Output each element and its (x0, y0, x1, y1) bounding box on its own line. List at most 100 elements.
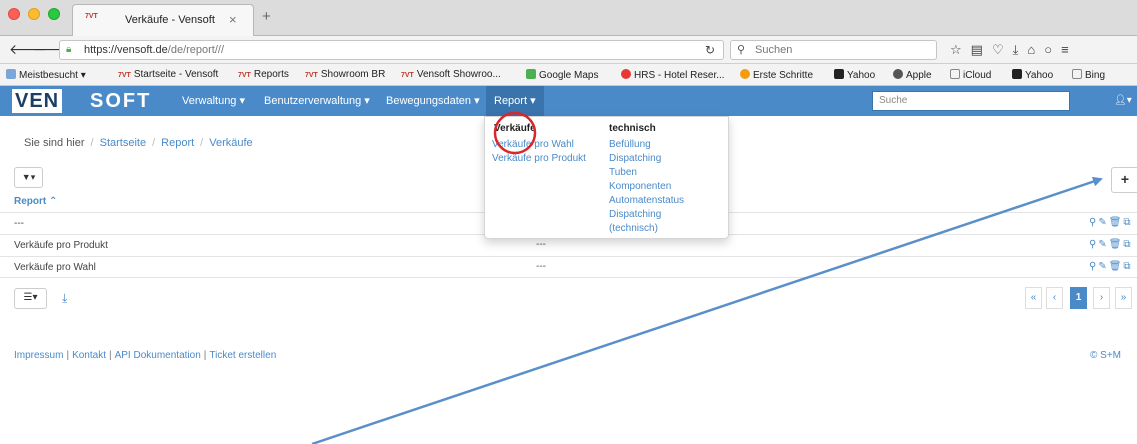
footer-links: Impressum | Kontakt | API Dokumentation | Tick… (14, 350, 277, 361)
delete-icon[interactable]: 🗑︎ (1109, 217, 1124, 228)
url-text: https://vensoft.de/de/report/// (84, 44, 225, 56)
bookmark-item[interactable]: Erste Schritte (740, 69, 813, 81)
menu-item-verkaeufe-pro-produkt[interactable]: Verkäufe pro Produkt (492, 153, 586, 164)
bookmark-star-icon[interactable]: ☆ (950, 42, 971, 57)
menu-item-automatenstatus[interactable]: Automatenstatus (609, 195, 684, 206)
breadcrumb: Sie sind hier / Startseite / Report / Verkäufe (24, 137, 253, 149)
row-actions: ⚲✎🗑︎⧉ (1089, 261, 1133, 272)
reload-icon[interactable]: ↻ (705, 43, 715, 57)
search-placeholder: Suchen (755, 44, 793, 56)
download-icon[interactable]: ⤓ (62, 291, 67, 306)
page-current-button[interactable]: 1 (1070, 287, 1087, 309)
vensoft-icon: 7VT (238, 72, 251, 79)
home-icon[interactable]: ⌂ (1027, 42, 1044, 57)
filter-value[interactable]: --- (14, 218, 24, 229)
menu-item-komponenten[interactable]: Komponenten (609, 181, 671, 192)
app-search-input[interactable]: Suche (872, 91, 1070, 111)
breadcrumb-verkaeufe[interactable]: Verkäufe (209, 137, 252, 149)
add-button[interactable]: + (1111, 167, 1137, 193)
apple-icon (893, 69, 903, 79)
toolbar-icons: ☆▤♡⤓⌂○≡ (950, 42, 1078, 58)
browser-search-input[interactable]: ⚲ Suchen (730, 40, 937, 60)
menu-icon[interactable]: ≡ (1061, 42, 1078, 57)
nav-bewegungsdaten[interactable]: Bewegungsdaten ▾ (386, 94, 480, 107)
page-first-button[interactable]: « (1025, 287, 1042, 309)
list-icon: ☰▾ (23, 292, 38, 303)
browser-toolbar: 🡐 🡒 🔒︎ https://vensoft.de/de/report/// ↻… (0, 36, 1137, 64)
copy-icon[interactable]: ⧉ (1123, 217, 1132, 228)
delete-icon[interactable]: 🗑︎ (1109, 261, 1124, 272)
pocket-icon[interactable]: ♡ (992, 42, 1013, 57)
vensoft-icon: 7VT (305, 72, 318, 79)
menu-item-dispatching-technisch[interactable]: Dispatching (609, 209, 661, 220)
bookmark-item[interactable]: Google Maps (526, 69, 598, 81)
page-last-button[interactable]: » (1115, 287, 1132, 309)
bookmark-item[interactable]: Bing (1072, 69, 1105, 81)
bookmark-item[interactable]: 7VT Reports (238, 69, 289, 80)
download-icon[interactable]: ⤓ (1013, 42, 1028, 57)
user-icon[interactable]: 👤︎▾ (1114, 95, 1132, 106)
maps-icon (526, 69, 536, 79)
page-prev-button[interactable]: ‹ (1046, 287, 1063, 309)
breadcrumb-report[interactable]: Report (161, 137, 194, 149)
bookmark-item[interactable]: 7VT Showroom BR (305, 69, 385, 80)
icloud-icon (950, 69, 960, 79)
yahoo-icon (834, 69, 844, 79)
bookmark-item[interactable]: Yahoo (1012, 69, 1053, 81)
bookmark-item[interactable]: 7VT Vensoft Showroo... (401, 69, 501, 80)
tab-favicon-icon: 7VT (85, 13, 98, 20)
tab-title: Verkäufe - Vensoft (125, 14, 215, 26)
footer-ticket[interactable]: Ticket erstellen (209, 350, 276, 361)
vensoft-icon: 7VT (118, 72, 131, 79)
delete-icon[interactable]: 🗑︎ (1109, 239, 1124, 250)
sync-icon[interactable]: ○ (1044, 42, 1061, 57)
footer-kontakt[interactable]: Kontakt (72, 350, 106, 361)
row-name: Verkäufe pro Produkt (14, 240, 108, 251)
bookmark-item[interactable]: 7VT Startseite - Vensoft (118, 69, 218, 80)
view-icon[interactable]: ⚲ (1089, 261, 1098, 272)
edit-icon[interactable]: ✎ (1098, 261, 1108, 272)
edit-icon[interactable]: ✎ (1098, 217, 1108, 228)
menu-item-dispatching[interactable]: Dispatching (609, 153, 661, 164)
lock-icon: 🔒︎ (66, 44, 72, 55)
folder-icon (6, 69, 16, 79)
bookmark-item[interactable]: Meistbesucht ▾ (6, 69, 86, 81)
table-row[interactable]: Verkäufe pro Wahl --- ⚲✎🗑︎⧉ (0, 256, 1137, 278)
window-close-button[interactable] (8, 8, 20, 20)
tab-close-icon[interactable]: × (229, 12, 237, 27)
copyright: © S+M (1090, 350, 1121, 361)
reading-list-icon[interactable]: ▤ (971, 42, 992, 57)
footer-impressum[interactable]: Impressum (14, 350, 63, 361)
report-dropdown-menu: Verkäufe Verkäufe pro Wahl Verkäufe pro … (484, 116, 729, 239)
copy-icon[interactable]: ⧉ (1123, 239, 1132, 250)
view-icon[interactable]: ⚲ (1089, 217, 1098, 228)
row-actions: ⚲✎🗑︎⧉ (1089, 239, 1133, 250)
filter-button[interactable]: ▼▾ (14, 167, 43, 188)
bookmark-item[interactable]: HRS - Hotel Reser... (621, 69, 725, 81)
list-view-button[interactable]: ☰▾ (14, 288, 47, 309)
bookmark-item[interactable]: Apple (893, 69, 932, 81)
column-header-report[interactable]: Report ⌃ (14, 196, 57, 207)
bookmark-item[interactable]: iCloud (950, 69, 991, 81)
nav-verwaltung[interactable]: Verwaltung ▾ (182, 94, 245, 107)
address-bar[interactable]: 🔒︎ https://vensoft.de/de/report/// ↻ (59, 40, 724, 60)
page-next-button[interactable]: › (1093, 287, 1110, 309)
window-minimize-button[interactable] (28, 8, 40, 20)
app-navbar: VEN SOFT Verwaltung ▾ Benutzerverwaltung… (0, 86, 1137, 116)
bookmark-item[interactable]: Yahoo (834, 69, 875, 81)
nav-report[interactable]: Report ▾ (486, 86, 544, 116)
menu-item-verkaeufe-pro-wahl[interactable]: Verkäufe pro Wahl (492, 139, 574, 150)
footer-api-doku[interactable]: API Dokumentation (115, 350, 201, 361)
new-tab-icon[interactable]: + (262, 8, 271, 25)
firefox-icon (740, 69, 750, 79)
view-icon[interactable]: ⚲ (1089, 239, 1098, 250)
breadcrumb-startseite[interactable]: Startseite (100, 137, 146, 149)
menu-item-befuellung[interactable]: Befüllung (609, 139, 651, 150)
copy-icon[interactable]: ⧉ (1123, 261, 1132, 272)
edit-icon[interactable]: ✎ (1098, 239, 1108, 250)
browser-tab[interactable]: 7VT Verkäufe - Vensoft × (72, 4, 254, 36)
menu-item-dispatching-technisch-suffix[interactable]: (technisch) (609, 223, 658, 234)
nav-benutzerverwaltung[interactable]: Benutzerverwaltung ▾ (264, 94, 370, 107)
menu-item-tuben[interactable]: Tuben (609, 167, 637, 178)
window-zoom-button[interactable] (48, 8, 60, 20)
